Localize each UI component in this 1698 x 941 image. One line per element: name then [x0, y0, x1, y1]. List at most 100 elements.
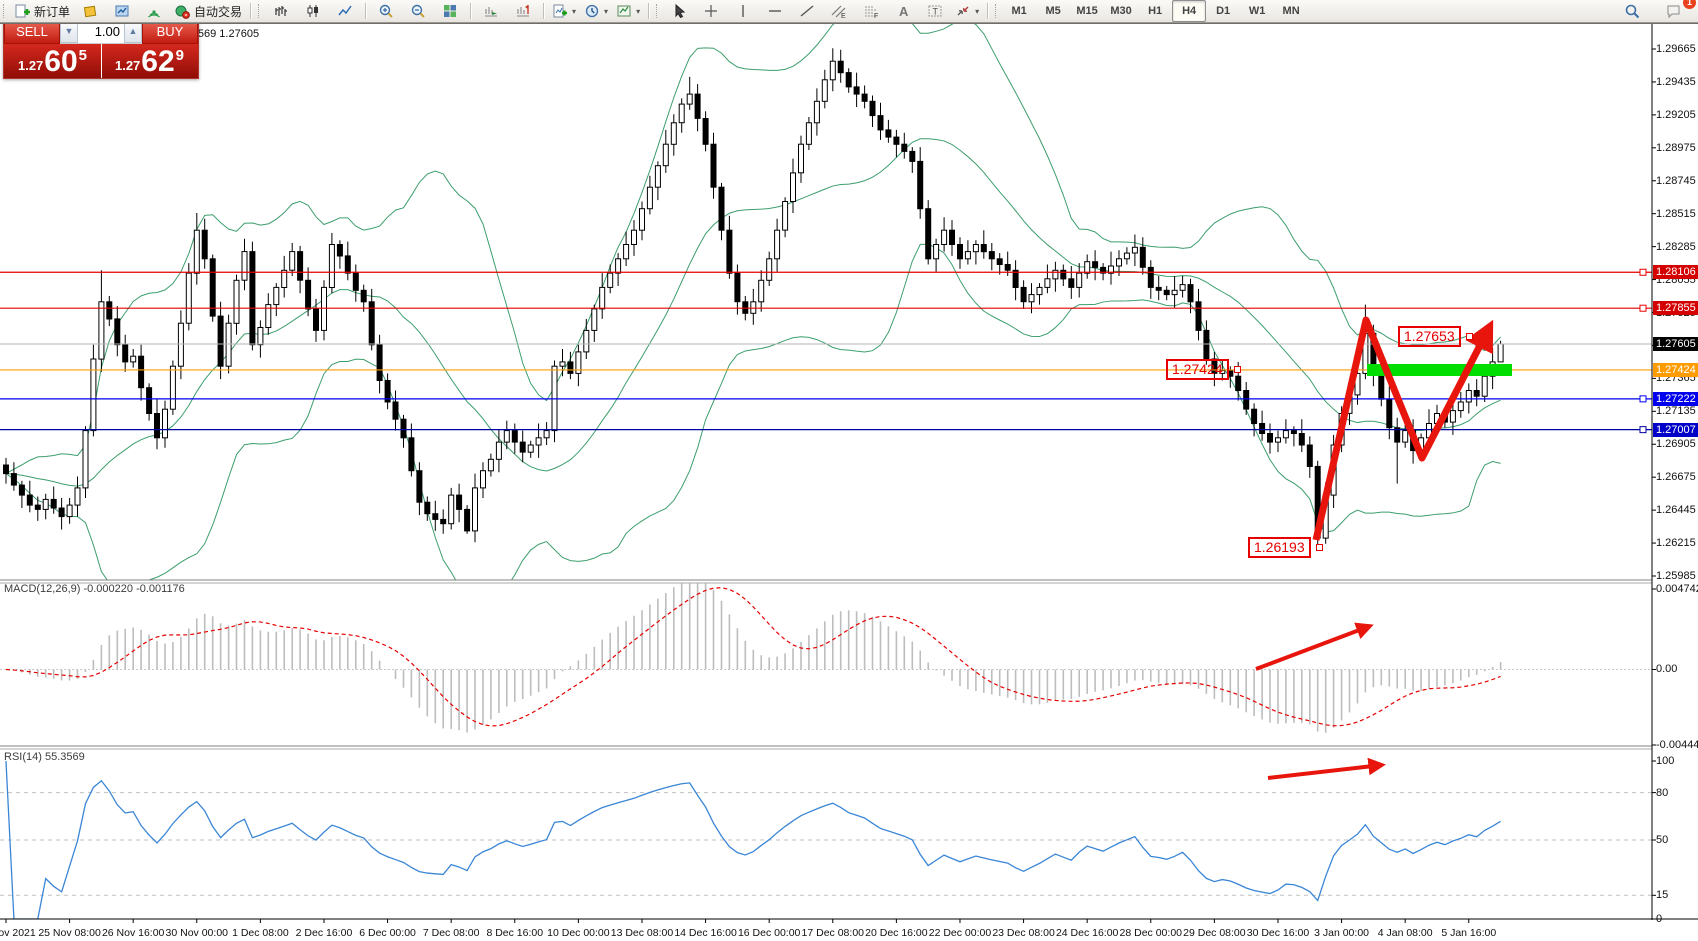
hline-price-label[interactable]: 1.27222: [1653, 392, 1698, 406]
rsi-tick-label: 100: [1656, 755, 1698, 767]
new-order-button[interactable]: 新订单: [10, 0, 74, 22]
signals-button[interactable]: [138, 0, 170, 22]
market-watch-button[interactable]: [106, 0, 138, 22]
hline-price-label[interactable]: 1.28106: [1653, 265, 1698, 279]
time-tick-label: 3 Jan 00:00: [1314, 927, 1369, 939]
timeframe-m1-button[interactable]: M1: [1002, 0, 1036, 22]
autotrading-button[interactable]: 自动交易: [170, 0, 246, 22]
vertical-line-button[interactable]: [727, 0, 759, 22]
hline-handle[interactable]: [1640, 396, 1646, 402]
candle-body: [67, 505, 72, 516]
candle-body: [1085, 262, 1090, 274]
market-watch-icon: [114, 3, 130, 19]
crosshair-button[interactable]: [695, 0, 727, 22]
timeframe-h1-button[interactable]: H1: [1138, 0, 1172, 22]
candle-body: [592, 309, 597, 331]
bid-price-label[interactable]: 1.27605: [1653, 337, 1698, 351]
indicators-add-dropdown-arrow[interactable]: ▾: [572, 7, 576, 16]
trendline-button[interactable]: [791, 0, 823, 22]
hline-handle[interactable]: [1640, 269, 1646, 275]
auto-scroll-button[interactable]: [475, 0, 507, 22]
toolbar-grip: [258, 4, 262, 18]
svg-text:T: T: [933, 7, 939, 17]
line-chart-button[interactable]: [329, 0, 361, 22]
templates-dropdown-arrow[interactable]: ▾: [636, 7, 640, 16]
price-tag-1.27653[interactable]: 1.27653: [1398, 326, 1461, 347]
zoom-out-button[interactable]: [402, 0, 434, 22]
candle-body: [441, 519, 446, 523]
hline-handle[interactable]: [1640, 305, 1646, 311]
macd-trend-arrow[interactable]: [1256, 626, 1370, 669]
text-button[interactable]: A: [887, 0, 919, 22]
candle-body: [894, 137, 899, 144]
timeframe-m30-button[interactable]: M30: [1104, 0, 1138, 22]
buy-price-point: 9: [176, 47, 184, 64]
candle-body: [1188, 285, 1193, 302]
candle-body: [934, 245, 939, 259]
hline-price-label[interactable]: 1.27855: [1653, 301, 1698, 315]
rsi-trend-arrow[interactable]: [1268, 765, 1382, 778]
candle-body: [481, 471, 486, 488]
price-tick-label: 1.29435: [1656, 76, 1698, 88]
zoom-in-button[interactable]: [370, 0, 402, 22]
timeframe-m15-button[interactable]: M15: [1070, 0, 1104, 22]
cursor-button[interactable]: [663, 0, 695, 22]
candle-body: [27, 495, 32, 505]
bar-chart-button[interactable]: [265, 0, 297, 22]
candle-body: [202, 230, 207, 259]
price-tick-label: 1.26215: [1656, 537, 1698, 549]
price-tag-handle[interactable]: [1234, 366, 1241, 373]
fibonacci-button[interactable]: F: [855, 0, 887, 22]
timeframe-h4-button[interactable]: H4: [1172, 0, 1206, 22]
candle-body: [870, 101, 875, 115]
price-tag-1.26193[interactable]: 1.26193: [1248, 537, 1311, 558]
candle-body: [512, 431, 517, 443]
periods-dropdown-arrow[interactable]: ▾: [604, 7, 608, 16]
sell-price[interactable]: 1.27 60 5: [4, 44, 101, 78]
candle-body: [783, 202, 788, 231]
candle-body: [1276, 438, 1281, 442]
chart-window[interactable]: USDCAD-,H4 1.27589 1.27628 1.27569 1.276…: [0, 24, 1698, 941]
timeframe-d1-button[interactable]: D1: [1206, 0, 1240, 22]
timeframe-m5-button[interactable]: M5: [1036, 0, 1070, 22]
hline-handle[interactable]: [1640, 427, 1646, 433]
periods-button[interactable]: ▾: [580, 0, 612, 22]
timeframe-w1-button[interactable]: W1: [1240, 0, 1274, 22]
chart-shift-button[interactable]: [507, 0, 539, 22]
indicators-add-button[interactable]: ▾: [548, 0, 580, 22]
templates-button[interactable]: ▾: [612, 0, 644, 22]
candle-body: [711, 144, 716, 187]
chart-canvas[interactable]: [0, 24, 1698, 941]
candle-body: [703, 119, 708, 145]
horizontal-line-button[interactable]: [759, 0, 791, 22]
candle-body: [799, 144, 804, 173]
price-tag-handle[interactable]: [1466, 333, 1473, 340]
candle-body: [1180, 285, 1185, 291]
tile-windows-button[interactable]: [434, 0, 466, 22]
macd-panel: [0, 578, 1652, 733]
hline-price-label[interactable]: 1.27424: [1653, 363, 1698, 377]
mt4-terminal: 新订单 自动交易 ▾ ▾ ▾ EFA T ▾ M1M5M15M30H1H4D1W1MN 1 USD…: [0, 0, 1698, 941]
price-tag-handle[interactable]: [1316, 544, 1323, 551]
arrows-button[interactable]: ▾: [951, 0, 983, 22]
hline-price-label[interactable]: 1.27007: [1653, 423, 1698, 437]
metaeditor-button[interactable]: [74, 0, 106, 22]
search-button[interactable]: [1616, 0, 1648, 22]
candle-body: [1307, 445, 1312, 467]
candle-body: [1403, 431, 1408, 443]
chat-button[interactable]: 1: [1658, 0, 1690, 22]
candle-body: [775, 230, 780, 259]
candle-body: [560, 362, 565, 366]
text-label-button[interactable]: T: [919, 0, 951, 22]
arrows-dropdown-arrow[interactable]: ▾: [975, 7, 979, 16]
equidistant-channel-button[interactable]: E: [823, 0, 855, 22]
buy-price[interactable]: 1.27 62 9: [101, 44, 198, 78]
timeframe-mn-button[interactable]: MN: [1274, 0, 1308, 22]
candlestick-chart-button[interactable]: [297, 0, 329, 22]
price-tag-1.27424[interactable]: 1.27424: [1166, 359, 1229, 380]
time-tick-label: 17 Dec 08:00: [802, 927, 864, 939]
price-tick-label: 1.28515: [1656, 208, 1698, 220]
vertical-line-icon: [735, 3, 751, 19]
candle-body: [568, 362, 573, 374]
candle-body: [178, 323, 183, 366]
